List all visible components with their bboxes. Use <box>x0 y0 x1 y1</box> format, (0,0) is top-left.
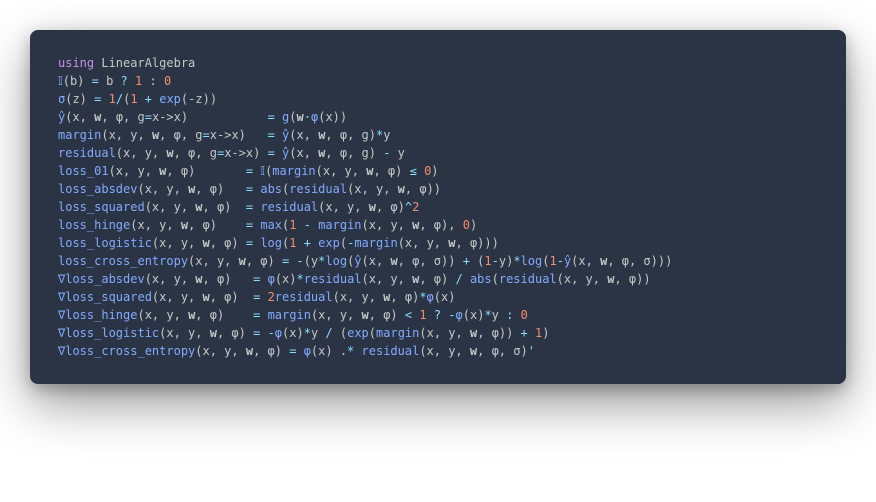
fn-loss-hinge: loss_hinge <box>58 218 130 232</box>
code-line: loss_logistic(x, y, w, φ) = log(1 + exp(… <box>58 234 818 252</box>
fn-grad-loss-hinge: ∇loss_hinge <box>58 308 137 322</box>
module-name: LinearAlgebra <box>94 56 195 70</box>
fn-loss-squared: loss_squared <box>58 200 145 214</box>
keyword-using: using <box>58 56 94 70</box>
code-line: loss_01(x, y, w, φ) = 𝕀(margin(x, y, w, … <box>58 162 818 180</box>
fn-loss-absdev: loss_absdev <box>58 182 137 196</box>
code-line: ∇loss_hinge(x, y, w, φ) = margin(x, y, w… <box>58 306 818 324</box>
fn-grad-loss-cross-entropy: ∇loss_cross_entropy <box>58 344 195 358</box>
code-line: ŷ(x, w, φ, g=x->x) = g(w⋅φ(x)) <box>58 108 818 126</box>
code-line: loss_hinge(x, y, w, φ) = max(1 - margin(… <box>58 216 818 234</box>
fn-grad-loss-squared: ∇loss_squared <box>58 290 152 304</box>
code-line: using LinearAlgebra <box>58 54 818 72</box>
fn-grad-loss-absdev: ∇loss_absdev <box>58 272 145 286</box>
code-line: σ(z) = 1/(1 + exp(-z)) <box>58 90 818 108</box>
code-line: residual(x, y, w, φ, g=x->x) = ŷ(x, w, φ… <box>58 144 818 162</box>
code-line: loss_absdev(x, y, w, φ) = abs(residual(x… <box>58 180 818 198</box>
code-line: ∇loss_cross_entropy(x, y, w, φ) = φ(x) .… <box>58 342 818 360</box>
code-line: loss_squared(x, y, w, φ) = residual(x, y… <box>58 198 818 216</box>
code-line: margin(x, y, w, φ, g=x->x) = ŷ(x, w, φ, … <box>58 126 818 144</box>
fn-loss-logistic: loss_logistic <box>58 236 152 250</box>
fn-grad-loss-logistic: ∇loss_logistic <box>58 326 159 340</box>
fn-residual: residual <box>58 146 116 160</box>
code-block: using LinearAlgebra 𝕀(b) = b ? 1 : 0 σ(z… <box>30 30 846 384</box>
code-line: loss_cross_entropy(x, y, w, φ) = -(y*log… <box>58 252 818 270</box>
code-line: ∇loss_logistic(x, y, w, φ) = -φ(x)*y / (… <box>58 324 818 342</box>
code-line: 𝕀(b) = b ? 1 : 0 <box>58 72 818 90</box>
fn-loss-01: loss_01 <box>58 164 109 178</box>
code-line: ∇loss_absdev(x, y, w, φ) = φ(x)*residual… <box>58 270 818 288</box>
code-line: ∇loss_squared(x, y, w, φ) = 2residual(x,… <box>58 288 818 306</box>
fn-loss-cross-entropy: loss_cross_entropy <box>58 254 188 268</box>
fn-margin: margin <box>58 128 101 142</box>
